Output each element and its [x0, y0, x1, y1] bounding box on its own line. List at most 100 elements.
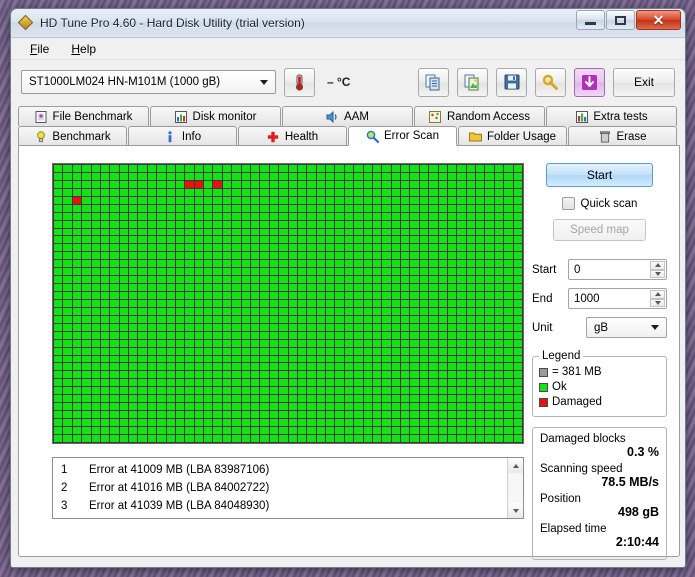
end-input[interactable]: 1000	[568, 288, 667, 309]
scan-block	[363, 395, 372, 403]
scan-block	[213, 252, 222, 260]
tab-info[interactable]: Info	[128, 126, 237, 146]
scan-block	[391, 244, 401, 252]
end-stepper-up[interactable]	[650, 290, 665, 299]
scan-block	[457, 236, 466, 244]
lightbulb-icon	[34, 130, 47, 143]
scan-block	[485, 426, 494, 434]
scan-block	[457, 363, 466, 371]
stat-label: Damaged blocks	[540, 433, 626, 445]
scan-block	[466, 363, 476, 371]
scan-block	[457, 244, 466, 252]
scan-block	[391, 442, 401, 443]
tab-extra-tests[interactable]: Extra tests	[546, 106, 677, 126]
scan-grid[interactable]	[52, 163, 524, 444]
save-button[interactable]	[496, 67, 527, 97]
scan-block	[185, 299, 194, 307]
scan-block	[232, 379, 241, 387]
close-button[interactable]: ✕	[636, 10, 681, 30]
scan-block	[344, 371, 354, 379]
scan-block	[513, 426, 522, 434]
start-stepper-up[interactable]	[650, 261, 665, 270]
temperature-button[interactable]	[284, 67, 315, 97]
scroll-down-button[interactable]	[508, 503, 523, 518]
start-button[interactable]: Start	[546, 163, 653, 187]
scan-block	[354, 419, 363, 426]
scan-block	[63, 355, 72, 363]
start-input[interactable]: 0	[568, 259, 667, 280]
scan-block	[363, 260, 372, 268]
start-stepper[interactable]	[650, 261, 665, 278]
start-stepper-down[interactable]	[650, 269, 665, 278]
scan-block	[82, 180, 91, 188]
menu-item-help[interactable]: Help	[60, 39, 107, 59]
tab-benchmark[interactable]: Benchmark	[18, 126, 127, 146]
scan-block	[100, 299, 110, 307]
exit-button[interactable]: Exit	[613, 67, 675, 97]
scan-block	[279, 165, 288, 172]
scan-block	[457, 339, 466, 347]
scan-block	[138, 419, 147, 426]
scan-block	[82, 387, 91, 395]
error-log-row[interactable]: 2 Error at 41016 MB (LBA 84002722)	[53, 479, 507, 497]
tab-file-benchmark[interactable]: File Benchmark	[18, 106, 149, 126]
scan-block	[194, 292, 204, 299]
quick-scan-checkbox[interactable]: Quick scan	[532, 197, 667, 210]
end-stepper-down[interactable]	[650, 298, 665, 307]
scan-block	[91, 284, 100, 291]
scan-block	[326, 252, 335, 260]
drive-select[interactable]: ST1000LM024 HN-M101M (1000 gB)	[21, 70, 276, 94]
tab-folder-usage[interactable]: Folder Usage	[458, 126, 567, 146]
scan-block	[382, 252, 391, 260]
scan-block	[354, 172, 363, 180]
scan-block	[241, 442, 250, 443]
scan-block	[494, 419, 504, 426]
scan-block	[175, 299, 185, 307]
scan-block	[382, 244, 391, 252]
maximize-button[interactable]	[606, 10, 635, 30]
error-log-scrollbar[interactable]	[507, 458, 523, 518]
error-log-row[interactable]: 1 Error at 41009 MB (LBA 83987106)	[53, 461, 507, 479]
scan-block	[241, 220, 250, 228]
scan-block	[100, 339, 110, 347]
scan-block	[222, 403, 232, 411]
scan-block	[476, 355, 485, 363]
scan-block	[82, 442, 91, 443]
scan-block	[110, 307, 119, 315]
end-stepper[interactable]	[650, 290, 665, 307]
download-button[interactable]	[574, 67, 605, 97]
scan-block	[232, 284, 241, 291]
scan-block	[391, 284, 401, 291]
scan-block	[194, 220, 204, 228]
scan-block	[382, 236, 391, 244]
scan-grid-cells[interactable]	[53, 164, 523, 443]
scan-block	[91, 196, 100, 204]
scan-block	[419, 196, 429, 204]
tab-aam[interactable]: AAM	[282, 106, 413, 126]
scan-block	[91, 204, 100, 212]
scan-block	[138, 299, 147, 307]
error-log-list[interactable]: 1 Error at 41009 MB (LBA 83987106) 2 Error …	[52, 457, 524, 519]
scan-block	[447, 347, 457, 355]
tab-erase[interactable]: Erase	[568, 126, 677, 146]
settings-button[interactable]	[535, 67, 566, 97]
scan-block	[166, 252, 175, 260]
copy-image-button[interactable]	[457, 67, 488, 97]
scan-block	[363, 188, 372, 196]
scan-block	[410, 323, 419, 331]
scan-block	[438, 284, 447, 291]
tab-health[interactable]: Health	[238, 126, 347, 146]
tab-random-access[interactable]: Random Access	[414, 106, 545, 126]
scan-block	[457, 299, 466, 307]
scan-block	[476, 426, 485, 434]
scan-block	[157, 315, 166, 323]
unit-select[interactable]: gB	[586, 317, 667, 338]
menu-item-file[interactable]: File	[19, 39, 60, 59]
error-log-row[interactable]: 3 Error at 41039 MB (LBA 84048930)	[53, 497, 507, 515]
copy-button[interactable]	[418, 67, 449, 97]
scroll-up-button[interactable]	[508, 458, 523, 473]
tab-error-scan[interactable]: Error Scan	[348, 126, 457, 146]
minimize-button[interactable]	[576, 10, 605, 30]
tab-disk-monitor[interactable]: Disk monitor	[150, 106, 281, 126]
scan-block	[222, 212, 232, 220]
